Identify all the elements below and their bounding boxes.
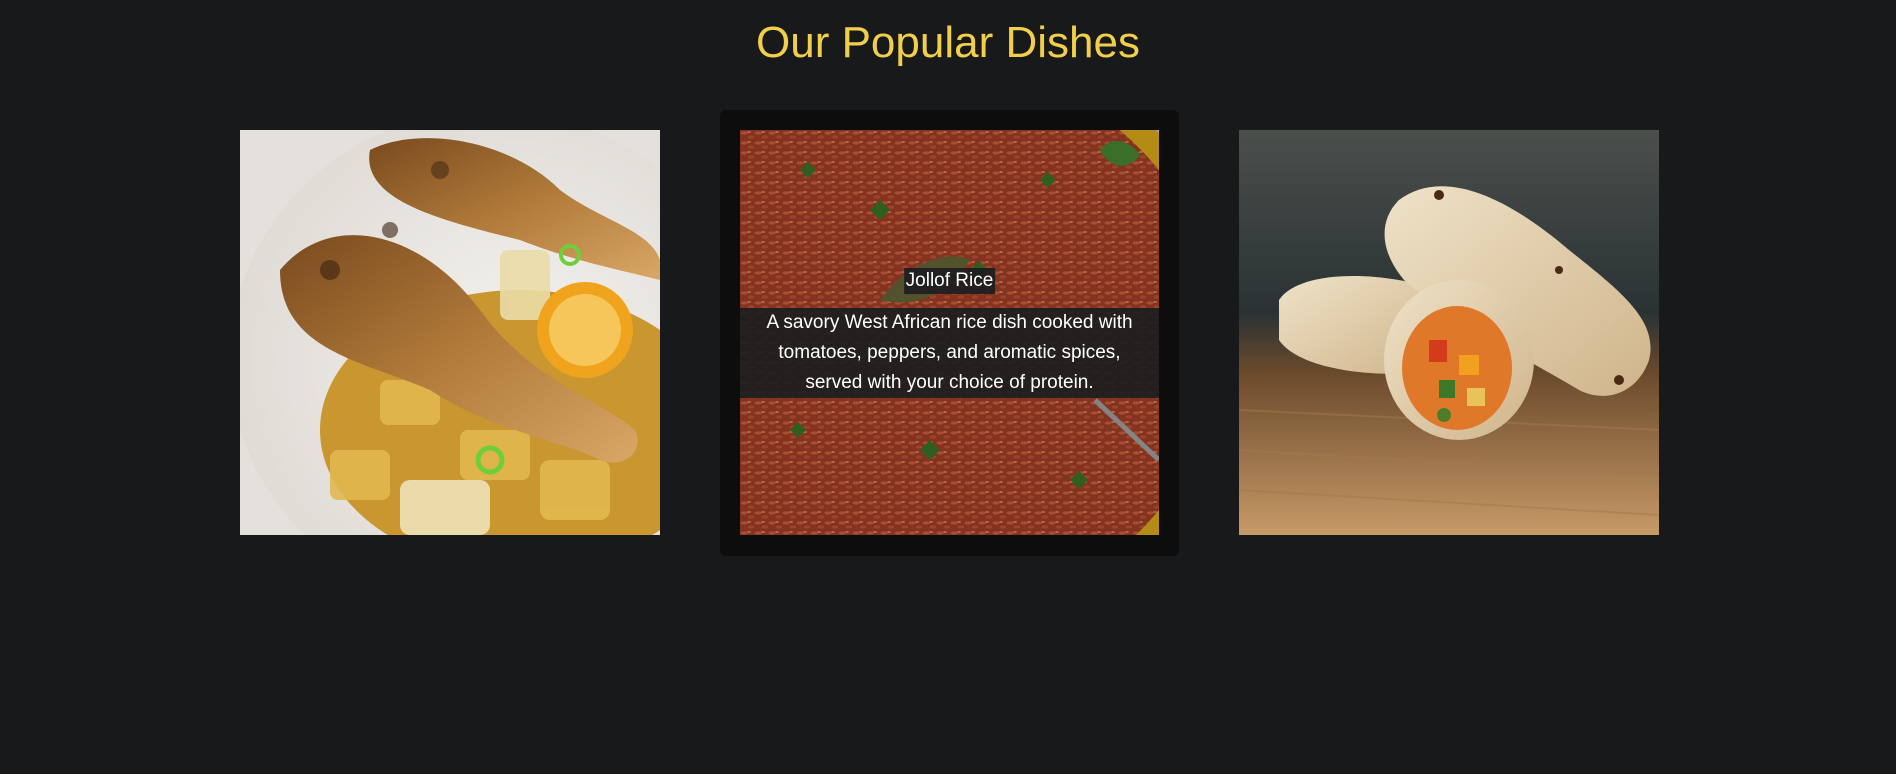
- dish-card-jollof[interactable]: Jollof Rice A savory West African rice d…: [740, 130, 1159, 535]
- dish-card-chicken[interactable]: [240, 130, 660, 535]
- dish-card-wrap[interactable]: [1239, 130, 1659, 535]
- wrap-dish-image: [1239, 130, 1659, 535]
- chicken-dish-image: [240, 130, 660, 535]
- page-title: Our Popular Dishes: [756, 18, 1140, 67]
- dish-name: Jollof Rice: [903, 268, 996, 294]
- dish-description: A savory West African rice dish cooked w…: [740, 308, 1159, 398]
